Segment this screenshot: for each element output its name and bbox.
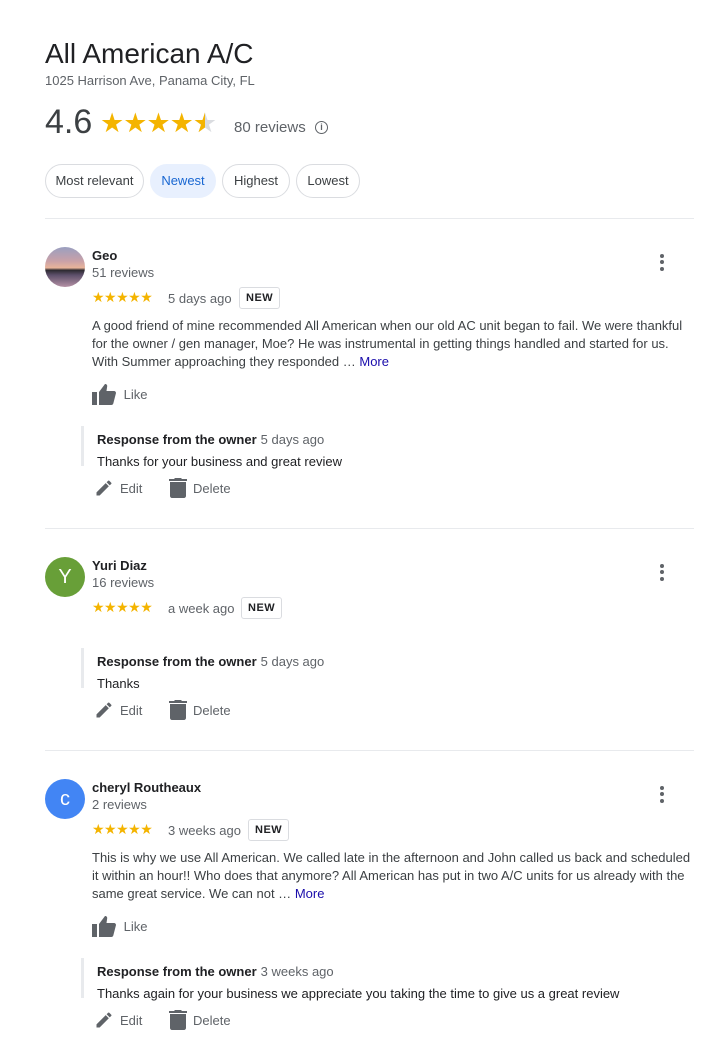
review-time: 3 weeks ago: [168, 823, 241, 838]
new-badge: NEW: [248, 819, 290, 841]
business-address: 1025 Harrison Ave, Panama City, FL: [45, 73, 255, 88]
edit-button[interactable]: Edit: [94, 700, 142, 720]
reviewer-avatar[interactable]: [45, 247, 85, 287]
edit-button[interactable]: Edit: [94, 1010, 142, 1030]
sort-highest-chip[interactable]: Highest: [222, 164, 290, 198]
pencil-icon: [96, 1012, 112, 1028]
reviewer-name[interactable]: Yuri Diaz: [92, 558, 147, 573]
pencil-icon: [96, 702, 112, 718]
business-title: All American A/C: [45, 38, 254, 69]
overall-rating: 4.6: [45, 103, 93, 141]
owner-response: Response from the owner 3 weeks ago Thank…: [81, 958, 620, 1001]
reviewer-name[interactable]: cheryl Routheaux: [92, 780, 201, 795]
review-stars: ★★★★★: [92, 821, 153, 837]
overall-rating-stars: ★★★★★: [100, 108, 217, 139]
info-icon[interactable]: i: [315, 121, 328, 134]
like-button[interactable]: Like: [92, 383, 147, 405]
pencil-icon: [96, 480, 112, 496]
thumb-up-icon: [92, 916, 116, 937]
delete-button[interactable]: Delete: [169, 700, 231, 720]
trash-icon: [169, 478, 187, 498]
edit-button[interactable]: Edit: [94, 478, 142, 498]
reviewer-review-count: 2 reviews: [92, 797, 147, 812]
reviewer-avatar[interactable]: Y: [45, 557, 85, 597]
owner-response-label: Response from the owner: [97, 654, 257, 669]
more-link[interactable]: More: [295, 886, 325, 901]
total-review-count: 80 reviews: [234, 119, 306, 136]
delete-button[interactable]: Delete: [169, 1010, 231, 1030]
reviewer-review-count: 16 reviews: [92, 575, 155, 590]
trash-icon: [169, 1010, 187, 1030]
divider: [45, 750, 694, 751]
reviewer-name[interactable]: Geo: [92, 248, 117, 263]
reviewer-review-count: 51 reviews: [92, 265, 155, 280]
owner-response: Response from the owner 5 days ago Thanks…: [81, 426, 342, 469]
more-options-icon[interactable]: [655, 784, 669, 804]
owner-response-time: 3 weeks ago: [260, 964, 334, 979]
thumb-up-icon: [92, 384, 116, 405]
new-badge: NEW: [239, 287, 281, 309]
more-options-icon[interactable]: [655, 252, 669, 272]
review-text: A good friend of mine recommended All Am…: [92, 318, 683, 369]
sort-newest-chip[interactable]: Newest: [150, 164, 216, 198]
owner-response: Response from the owner 5 days ago Thanks: [81, 648, 325, 691]
more-link[interactable]: More: [359, 354, 389, 369]
owner-response-time: 5 days ago: [260, 654, 325, 669]
sort-lowest-chip[interactable]: Lowest: [296, 164, 360, 198]
delete-button[interactable]: Delete: [169, 478, 231, 498]
owner-response-text: Thanks again for your business we apprec…: [97, 986, 620, 1001]
owner-response-time: 5 days ago: [260, 432, 325, 447]
more-options-icon[interactable]: [655, 562, 669, 582]
reviewer-avatar[interactable]: c: [45, 779, 85, 819]
owner-response-text: Thanks for your business and great revie…: [97, 454, 342, 469]
review-time: a week ago: [168, 601, 235, 616]
review-stars: ★★★★★: [92, 599, 153, 615]
review-text: This is why we use All American. We call…: [92, 850, 691, 901]
sort-most-relevant-chip[interactable]: Most relevant: [45, 164, 144, 198]
like-button[interactable]: Like: [92, 915, 147, 937]
trash-icon: [169, 700, 187, 720]
new-badge: NEW: [241, 597, 283, 619]
divider: [45, 218, 694, 219]
owner-response-label: Response from the owner: [97, 432, 257, 447]
review-time: 5 days ago: [168, 291, 232, 306]
owner-response-text: Thanks: [97, 676, 140, 691]
review-stars: ★★★★★: [92, 289, 153, 305]
divider: [45, 528, 694, 529]
owner-response-label: Response from the owner: [97, 964, 257, 979]
